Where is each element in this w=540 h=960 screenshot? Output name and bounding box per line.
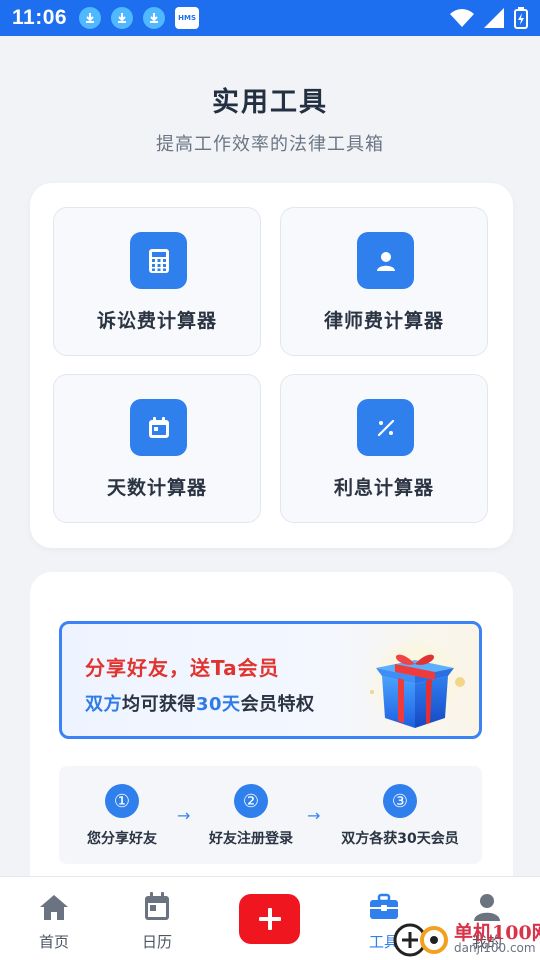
step-item: ② 好友注册登录 [205, 784, 297, 848]
step-label: 双方各获30天会员 [341, 831, 459, 847]
tool-label: 利息计算器 [333, 477, 434, 499]
download-icon [79, 7, 102, 29]
add-button[interactable] [239, 894, 300, 944]
wifi-icon [450, 9, 474, 27]
share-steps: ① 您分享好友 → ② 好友注册登录 → ③ 双方各获30天会员 [59, 766, 482, 864]
tool-label: 诉讼费计算器 [96, 310, 217, 332]
share-banner[interactable]: 分享好友，送Ta会员 双方均可获得30天会员特权 [59, 621, 482, 739]
step-item: ① 您分享好友 [79, 784, 165, 848]
hms-icon: HMS [175, 7, 200, 29]
arrow-right-icon: → [177, 806, 191, 825]
status-time: 11:06 [12, 6, 68, 29]
percent-icon [357, 399, 414, 456]
page-subtitle: 提高工作效率的法律工具箱 [156, 134, 384, 155]
calculator-icon [130, 232, 187, 289]
watermark-url: danji100.com [454, 941, 536, 955]
watermark: 单机100网 danji100.com [392, 916, 540, 960]
step-number: ③ [383, 784, 417, 818]
calendar-icon [130, 399, 187, 456]
days-calculator-button[interactable]: 天数计算器 [53, 374, 261, 523]
step-number: ① [105, 784, 139, 818]
lawyer-fee-calculator-button[interactable]: 律师费计算器 [280, 207, 488, 356]
signal-icon [484, 8, 504, 28]
nav-label: 首页 [38, 933, 69, 951]
plus-icon [258, 908, 281, 930]
tool-label: 天数计算器 [106, 477, 207, 499]
person-icon [357, 232, 414, 289]
download-icon [111, 7, 134, 29]
litigation-fee-calculator-button[interactable]: 诉讼费计算器 [53, 207, 261, 356]
tool-label: 律师费计算器 [323, 310, 444, 332]
interest-calculator-button[interactable]: 利息计算器 [280, 374, 488, 523]
nav-home[interactable]: 首页 [0, 877, 108, 960]
calendar-icon [141, 891, 173, 923]
step-number: ② [234, 784, 268, 818]
step-label: 好友注册登录 [209, 831, 293, 847]
download-icon [143, 7, 166, 29]
watermark-logo-icon [393, 923, 448, 957]
nav-calendar[interactable]: 日历 [103, 877, 211, 960]
status-bar: 11:06 HMS [0, 0, 540, 36]
nav-label: 日历 [141, 933, 172, 951]
arrow-right-icon: → [307, 806, 321, 825]
banner-subtitle: 双方均可获得30天会员特权 [85, 694, 315, 715]
share-card: 分享好友，送Ta会员 双方均可获得30天会员特权 ① 您分享好友 → ② 好友注… [30, 572, 513, 892]
battery-icon [514, 7, 528, 29]
gift-box-icon [365, 634, 465, 732]
banner-title: 分享好友，送Ta会员 [85, 656, 280, 680]
step-item: ③ 双方各获30天会员 [335, 784, 465, 848]
home-icon [38, 891, 70, 923]
page-title: 实用工具 [212, 87, 328, 118]
step-label: 您分享好友 [87, 831, 157, 847]
tools-card: 诉讼费计算器 律师费计算器 天数计算器 利息计算器 [30, 183, 513, 548]
